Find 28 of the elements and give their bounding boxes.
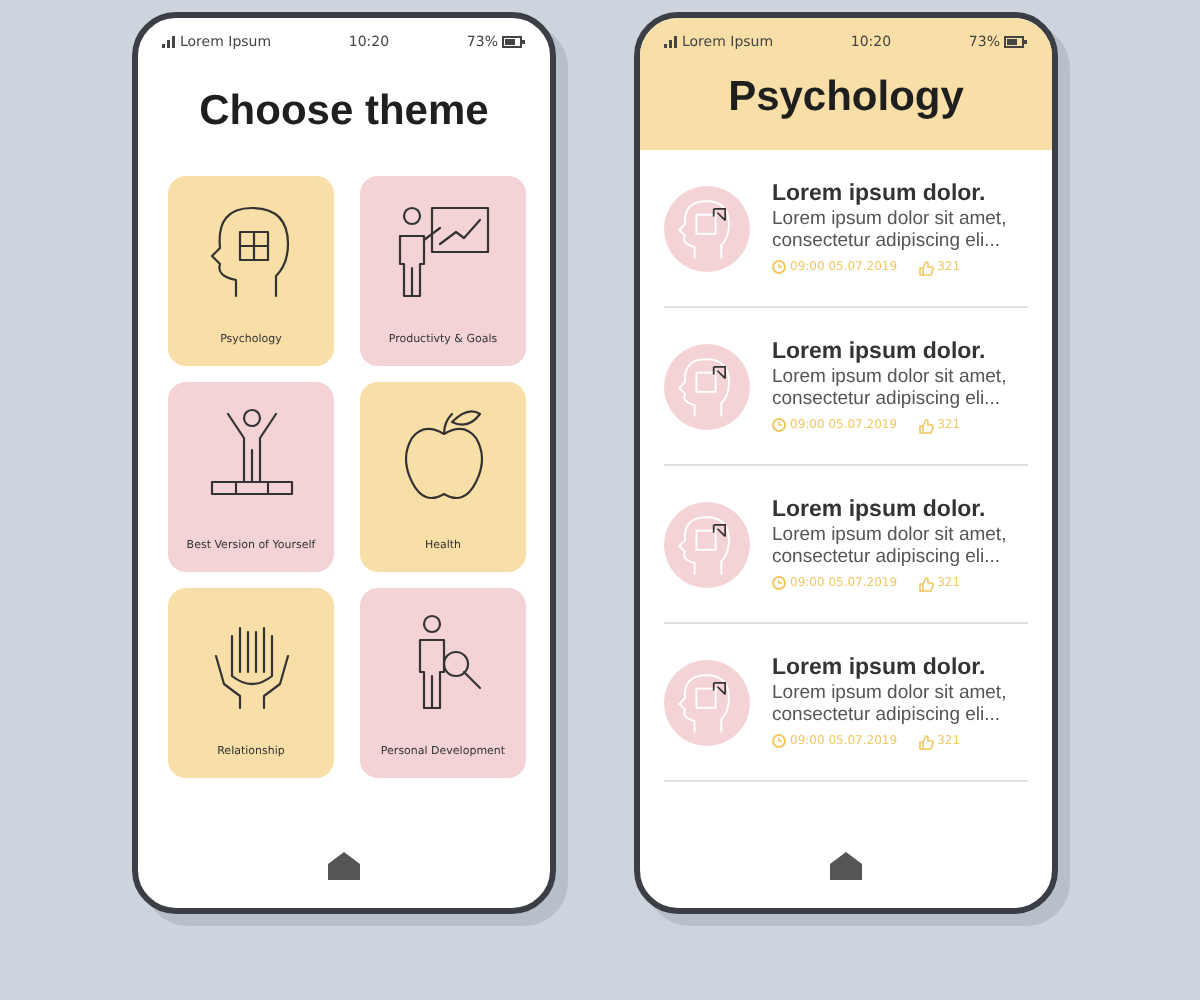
screen-title: Psychology: [726, 72, 966, 124]
article-title[interactable]: Lorem ipsum dolor.: [772, 655, 1028, 679]
clock-icon: [772, 418, 786, 432]
clock-icon: [772, 260, 786, 274]
thumbs-up-icon: [917, 575, 934, 591]
article-summary: Lorem ipsum dolor sit amet, consectetur adipiscing eli...: [772, 681, 1009, 727]
thumbs-up-icon: [917, 733, 934, 749]
home-icon: [828, 850, 864, 880]
battery-icon: [1003, 36, 1028, 48]
head-puzzle-icon: [664, 499, 750, 589]
clock-icon: [772, 734, 786, 748]
thumbs-up-icon: [917, 417, 934, 433]
screen-title: Choose theme: [197, 86, 491, 138]
head-puzzle-icon: [664, 341, 750, 431]
home-icon: [326, 850, 362, 880]
head-puzzle-icon: [664, 657, 750, 747]
signal-icon: [664, 36, 678, 48]
article-summary: Lorem ipsum dolor sit amet, consectetur adipiscing eli...: [772, 523, 1009, 569]
article-summary: Lorem ipsum dolor sit amet, consectetur adipiscing eli...: [772, 207, 1009, 253]
clock-icon: [772, 576, 786, 590]
article-title[interactable]: Lorem ipsum dolor.: [772, 497, 1028, 521]
article-title[interactable]: Lorem ipsum dolor.: [772, 181, 1028, 205]
head-puzzle-icon: [664, 183, 750, 273]
thumbs-up-icon: [917, 259, 934, 275]
signal-icon: [162, 36, 176, 48]
battery-icon: [501, 36, 526, 48]
article-summary: Lorem ipsum dolor sit amet, consectetur adipiscing eli...: [772, 365, 1009, 411]
article-title[interactable]: Lorem ipsum dolor.: [772, 339, 1028, 363]
